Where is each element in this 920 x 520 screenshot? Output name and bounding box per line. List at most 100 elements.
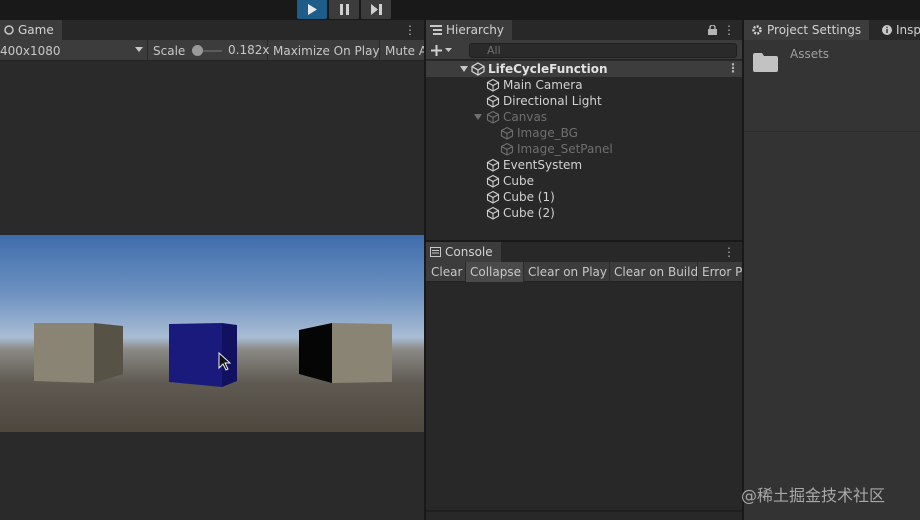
chevron-down-icon (460, 65, 468, 72)
watermark-text: @稀土掘金技术社区 (741, 486, 886, 505)
right-cube-dark-side (299, 323, 332, 383)
hierarchy-item-image-setpanel[interactable]: Image_SetPanel (426, 141, 742, 157)
game-controller-icon (4, 25, 14, 35)
scene-row[interactable]: LifeCycleFunction ⋮ (426, 61, 742, 77)
clear-on-play-label: Clear on Play (528, 265, 607, 279)
game-scene-render (34, 323, 392, 387)
step-icon (370, 4, 382, 15)
left-cube-side (94, 323, 123, 383)
tab-inspector-label: Insp (896, 23, 920, 37)
console-log-area[interactable] (426, 283, 742, 510)
play-button[interactable] (297, 0, 327, 19)
clear-on-play-toggle[interactable]: Clear on Play (524, 262, 610, 282)
console-toolbar: Clear Collapse Clear on Play Clear on Bu… (426, 262, 742, 282)
hierarchy-tabbar: Hierarchy ⋮ (426, 20, 742, 40)
hierarchy-item-eventsystem[interactable]: EventSystem (426, 157, 742, 173)
hierarchy-item-directional-light[interactable]: Directional Light (426, 93, 742, 109)
chevron-down-icon (445, 47, 452, 52)
tab-hierarchy-label: Hierarchy (446, 23, 505, 37)
gameobject-cube-icon (500, 126, 514, 140)
tab-inspector[interactable]: Insp (876, 20, 920, 40)
scale-label: Scale (153, 43, 186, 58)
play-icon (308, 4, 317, 15)
gameobject-cube-icon (500, 142, 514, 156)
error-pause-toggle[interactable]: Error Pa (698, 262, 742, 282)
tab-game-label: Game (18, 23, 54, 37)
console-menu-icon[interactable]: ⋮ (723, 245, 735, 259)
hierarchy-item-main-camera[interactable]: Main Camera (426, 77, 742, 93)
hierarchy-menu-icon[interactable]: ⋮ (723, 23, 735, 37)
hierarchy-item-label: Cube (503, 174, 534, 188)
game-viewport[interactable] (0, 235, 424, 432)
hierarchy-toolbar: All (426, 40, 742, 60)
hierarchy-item-label: EventSystem (503, 158, 583, 172)
collapse-label: Collapse (470, 265, 521, 279)
scene-label: LifeCycleFunction (488, 62, 608, 76)
gameobject-cube-icon (486, 158, 500, 172)
hierarchy-item-label: Main Camera (503, 78, 583, 92)
list-icon (430, 25, 442, 35)
pause-button[interactable] (329, 0, 359, 19)
hierarchy-item-cube[interactable]: Cube (426, 173, 742, 189)
create-dropdown-button[interactable] (431, 41, 461, 59)
main-toolbar (0, 0, 920, 20)
console-tabbar: Console ⋮ (426, 242, 742, 262)
collapse-toggle[interactable]: Collapse (466, 262, 524, 282)
maximize-on-play-button[interactable]: Maximize On Play (268, 40, 380, 61)
scale-slider-handle[interactable] (192, 45, 203, 56)
info-icon (882, 25, 892, 35)
scene-menu-icon[interactable]: ⋮ (727, 61, 739, 75)
gameobject-cube-icon (486, 190, 500, 204)
tab-game[interactable]: Game (0, 20, 62, 40)
hierarchy-item-label: Canvas (503, 110, 548, 124)
hierarchy-item-cube-1[interactable]: Cube (1) (426, 189, 742, 205)
clear-button[interactable]: Clear (426, 262, 466, 282)
left-cube (34, 323, 94, 383)
pause-icon (339, 4, 349, 15)
hierarchy-item-label: Cube (2) (503, 206, 555, 220)
step-button[interactable] (361, 0, 391, 19)
hierarchy-item-label: Cube (1) (503, 190, 555, 204)
mute-audio-button[interactable]: Mute A (380, 40, 424, 61)
plus-icon (431, 44, 442, 56)
lock-icon[interactable] (708, 25, 717, 35)
resolution-dropdown[interactable]: 400x1080 (0, 40, 148, 61)
project-tabbar: Project Settings Insp (744, 20, 920, 40)
right-cube (332, 323, 392, 383)
tab-console-label: Console (445, 245, 493, 259)
clear-on-build-label: Clear on Build (614, 265, 699, 279)
console-icon (430, 247, 441, 257)
error-pause-label: Error Pa (702, 265, 742, 279)
hierarchy-item-label: Image_BG (517, 126, 578, 140)
gameobject-cube-icon (486, 78, 500, 92)
clear-on-build-toggle[interactable]: Clear on Build (610, 262, 698, 282)
resolution-label: 400x1080 (0, 43, 61, 58)
tab-project-settings[interactable]: Project Settings (744, 20, 870, 40)
folder-icon[interactable] (753, 53, 778, 72)
gameobject-cube-icon (486, 174, 500, 188)
hierarchy-panel: Hierarchy ⋮ All LifeCycleFunction ⋮ Main… (426, 20, 742, 240)
game-menu-icon[interactable]: ⋮ (404, 23, 416, 37)
clear-label: Clear (431, 265, 463, 279)
middle-cube (169, 323, 222, 387)
hierarchy-item-canvas[interactable]: Canvas (426, 109, 742, 125)
project-settings-panel: Project Settings Insp Assets (744, 20, 920, 520)
mute-audio-label: Mute A (385, 43, 424, 58)
hierarchy-item-label: Directional Light (503, 94, 602, 108)
hierarchy-item-image-bg[interactable]: Image_BG (426, 125, 742, 141)
gameobject-cube-icon (486, 94, 500, 108)
gear-icon (752, 25, 762, 35)
tab-console[interactable]: Console (426, 242, 501, 262)
hierarchy-search-input[interactable]: All (469, 43, 737, 58)
hierarchy-item-cube-2[interactable]: Cube (2) (426, 205, 742, 221)
assets-label[interactable]: Assets (790, 47, 829, 61)
game-tabbar: Game ⋮ (0, 20, 424, 40)
chevron-down-icon (474, 113, 482, 120)
hierarchy-item-label: Image_SetPanel (517, 142, 613, 156)
game-view-controls: 400x1080 Scale 0.182x Maximize On Play M… (0, 40, 424, 61)
tab-hierarchy[interactable]: Hierarchy (426, 20, 513, 40)
console-detail-divider[interactable] (426, 510, 742, 512)
game-panel: Game ⋮ 400x1080 Scale 0.182x Maximize On… (0, 20, 424, 520)
unity-scene-icon (471, 62, 485, 76)
console-panel: Console ⋮ Clear Collapse Clear on Play C… (426, 242, 742, 520)
